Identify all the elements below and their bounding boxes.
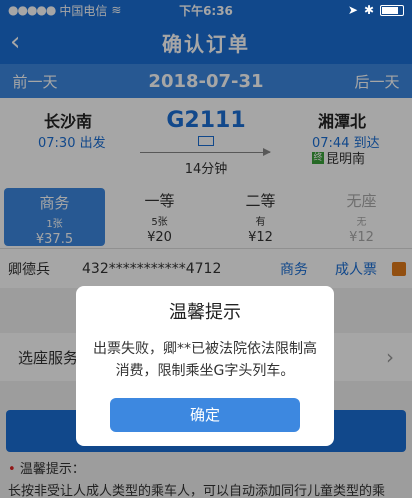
dialog-title: 温馨提示 bbox=[169, 302, 241, 323]
dialog-message: 出票失败，卿**已被法院依法限制高消费，限制乘坐G字头列车。 bbox=[93, 341, 317, 379]
battery-icon bbox=[380, 4, 404, 16]
location-icon: ➤ bbox=[347, 3, 358, 17]
bluetooth-icon: ✱ bbox=[363, 3, 374, 17]
confirm-button[interactable]: 确定 bbox=[110, 398, 300, 432]
alert-dialog: 温馨提示 出票失败，卿**已被法院依法限制高消费，限制乘坐G字头列车。 确定 bbox=[76, 286, 334, 446]
